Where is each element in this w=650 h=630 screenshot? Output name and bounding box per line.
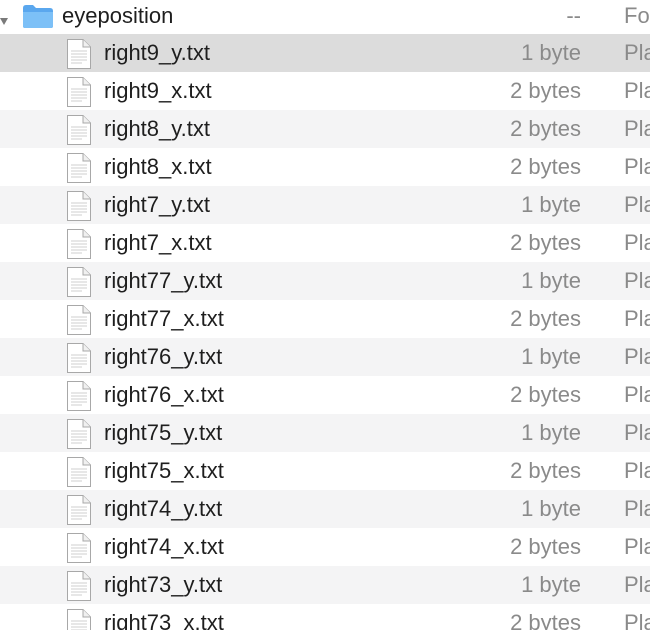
file-size: 2 bytes — [510, 154, 581, 179]
file-row[interactable]: right7_x.txt 2 bytes Pla — [0, 224, 650, 262]
file-kind: Pla — [624, 306, 650, 331]
file-size: 2 bytes — [510, 230, 581, 255]
disclosure-triangle-icon[interactable] — [0, 9, 12, 25]
file-name: right75_x.txt — [104, 458, 224, 483]
file-kind: Pla — [624, 116, 650, 141]
file-size: 2 bytes — [510, 78, 581, 103]
folder-icon — [22, 3, 54, 29]
file-name: right73_y.txt — [104, 572, 223, 597]
file-row[interactable]: right74_x.txt 2 bytes Pla — [0, 528, 650, 566]
file-row[interactable]: right75_y.txt 1 byte Pla — [0, 414, 650, 452]
file-row[interactable]: right76_x.txt 2 bytes Pla — [0, 376, 650, 414]
file-size: 2 bytes — [510, 610, 581, 630]
file-kind: Pla — [624, 572, 650, 597]
text-document-icon — [66, 152, 92, 184]
file-kind: Pla — [624, 78, 650, 103]
file-kind: Pla — [624, 382, 650, 407]
file-name: right74_y.txt — [104, 496, 223, 521]
file-name: right74_x.txt — [104, 534, 224, 559]
folder-kind: Fo — [624, 3, 650, 28]
file-name: right77_y.txt — [104, 268, 223, 293]
file-name: right75_y.txt — [104, 420, 223, 445]
file-kind: Pla — [624, 534, 650, 559]
file-kind: Pla — [624, 230, 650, 255]
text-document-icon — [66, 342, 92, 374]
file-size: 1 byte — [521, 496, 581, 521]
folder-size: -- — [566, 3, 581, 28]
text-document-icon — [66, 456, 92, 488]
file-row[interactable]: right76_y.txt 1 byte Pla — [0, 338, 650, 376]
file-row[interactable]: right7_y.txt 1 byte Pla — [0, 186, 650, 224]
text-document-icon — [66, 190, 92, 222]
text-document-icon — [66, 418, 92, 450]
file-kind: Pla — [624, 40, 650, 65]
text-document-icon — [66, 38, 92, 70]
file-row[interactable]: right77_y.txt 1 byte Pla — [0, 262, 650, 300]
file-size: 1 byte — [521, 192, 581, 217]
file-kind: Pla — [624, 192, 650, 217]
file-row[interactable]: right8_y.txt 2 bytes Pla — [0, 110, 650, 148]
text-document-icon — [66, 76, 92, 108]
text-document-icon — [66, 494, 92, 526]
file-row[interactable]: right77_x.txt 2 bytes Pla — [0, 300, 650, 338]
text-document-icon — [66, 228, 92, 260]
file-row[interactable]: right75_x.txt 2 bytes Pla — [0, 452, 650, 490]
file-row[interactable]: right9_y.txt 1 byte Pla — [0, 34, 650, 72]
file-name: right8_x.txt — [104, 154, 212, 179]
file-name: right8_y.txt — [104, 116, 210, 141]
file-size: 2 bytes — [510, 382, 581, 407]
file-kind: Pla — [624, 420, 650, 445]
text-document-icon — [66, 608, 92, 630]
file-name: right76_x.txt — [104, 382, 224, 407]
file-kind: Pla — [624, 458, 650, 483]
file-row[interactable]: right73_x.txt 2 bytes Pla — [0, 604, 650, 630]
file-list: eyeposition -- Fo right9_y.txt 1 byte Pla r… — [0, 0, 650, 630]
file-size: 1 byte — [521, 40, 581, 65]
file-size: 1 byte — [521, 572, 581, 597]
file-name: right73_x.txt — [104, 610, 224, 630]
file-row[interactable]: right8_x.txt 2 bytes Pla — [0, 148, 650, 186]
file-name: right7_y.txt — [104, 192, 210, 217]
folder-row-eyeposition[interactable]: eyeposition -- Fo — [0, 0, 650, 32]
file-size: 2 bytes — [510, 306, 581, 331]
file-row[interactable]: right74_y.txt 1 byte Pla — [0, 490, 650, 528]
file-size: 1 byte — [521, 268, 581, 293]
text-document-icon — [66, 532, 92, 564]
text-document-icon — [66, 380, 92, 412]
file-name: right9_y.txt — [104, 40, 210, 65]
file-kind: Pla — [624, 154, 650, 179]
file-row[interactable]: right73_y.txt 1 byte Pla — [0, 566, 650, 604]
text-document-icon — [66, 570, 92, 602]
file-name: right77_x.txt — [104, 306, 224, 331]
file-kind: Pla — [624, 496, 650, 521]
text-document-icon — [66, 304, 92, 336]
file-size: 2 bytes — [510, 116, 581, 141]
file-kind: Pla — [624, 344, 650, 369]
file-name: right9_x.txt — [104, 78, 212, 103]
file-row[interactable]: right9_x.txt 2 bytes Pla — [0, 72, 650, 110]
file-name: right7_x.txt — [104, 230, 212, 255]
file-name: right76_y.txt — [104, 344, 223, 369]
file-size: 2 bytes — [510, 458, 581, 483]
folder-name: eyeposition — [62, 3, 174, 28]
file-kind: Pla — [624, 610, 650, 630]
file-kind: Pla — [624, 268, 650, 293]
file-size: 2 bytes — [510, 534, 581, 559]
text-document-icon — [66, 266, 92, 298]
file-size: 1 byte — [521, 420, 581, 445]
file-size: 1 byte — [521, 344, 581, 369]
text-document-icon — [66, 114, 92, 146]
